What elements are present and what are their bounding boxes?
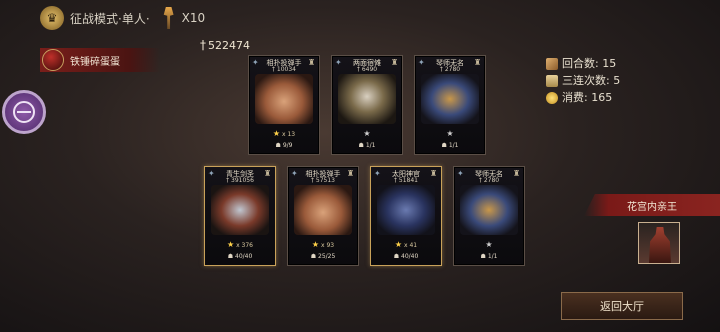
card-portrait <box>294 185 352 235</box>
star-icon: ★ <box>485 240 493 249</box>
dagger-icon: † <box>200 38 206 52</box>
card-power-value: 391056 <box>231 177 254 184</box>
total-power: † 522474 <box>200 38 250 52</box>
skull-icon: ☗ <box>227 253 235 260</box>
card-hp-value: 40/40 <box>235 253 253 260</box>
boss-banner: 花宫内亲王 <box>584 194 720 216</box>
card-portrait <box>377 185 435 235</box>
card-hp: ☗ 40/40 <box>205 253 275 260</box>
card-stars: ★ x 13 <box>249 129 319 138</box>
unit-card[interactable]: ✦ ♜ 相扑投弹手 † 57513 ★ x 93 ☗ 25/25 <box>287 166 359 266</box>
battle-stats: 回合数: 15 三连次数: 5 消费: 165 <box>546 55 620 106</box>
stat-cost-label: 消费: 165 <box>562 91 613 104</box>
player-tag[interactable]: 铁锤碎蛋蛋 <box>40 48 160 72</box>
stat-triple-label: 三连次数: 5 <box>562 74 621 87</box>
star-icon: ★ <box>446 129 454 138</box>
card-power-value: 2780 <box>483 177 500 184</box>
skull-icon: ☗ <box>441 142 449 149</box>
card-power-value: 6490 <box>361 66 378 73</box>
compass-icon <box>13 101 35 123</box>
star-icon: ★ <box>363 129 371 138</box>
card-portrait <box>421 74 479 124</box>
return-lobby-button[interactable]: 返回大厅 <box>561 292 683 320</box>
card-star-count: x 93 <box>321 242 335 249</box>
card-power: † 391056 <box>205 177 275 184</box>
unit-card[interactable]: ✦ ♜ 琴师无名 † 2780 ★ ☗ 1/1 <box>414 55 486 155</box>
card-hp-value: 40/40 <box>401 253 419 260</box>
compass-button[interactable] <box>2 90 46 134</box>
unit-card[interactable]: ✦ ♜ 青生剑圣 † 391056 ★ x 376 ☗ 40/40 <box>204 166 276 266</box>
stat-triple: 三连次数: 5 <box>546 72 620 89</box>
crown-emblem-icon: ♛ <box>40 6 64 30</box>
axe-icon <box>546 57 558 70</box>
card-power: † 57513 <box>288 177 358 184</box>
card-hp: ☗ 25/25 <box>288 253 358 260</box>
card-power: † 51841 <box>371 177 441 184</box>
card-hp-value: 1/1 <box>365 142 376 149</box>
card-hp-value: 1/1 <box>448 142 459 149</box>
card-hp: ☗ 1/1 <box>454 253 524 260</box>
unit-card[interactable]: ✦ ♜ 琴师无名 † 2780 ★ ☗ 1/1 <box>453 166 525 266</box>
player-name: 铁锤碎蛋蛋 <box>70 56 120 68</box>
card-star-count: x 41 <box>404 242 418 249</box>
card-portrait <box>338 74 396 124</box>
stat-rounds: 回合数: 15 <box>546 55 620 72</box>
card-portrait <box>255 74 313 124</box>
skull-icon: ☗ <box>358 142 366 149</box>
total-power-value: 522474 <box>208 38 250 52</box>
unit-card[interactable]: ✦ ♜ 两面宿傩 † 6490 ★ ☗ 1/1 <box>331 55 403 155</box>
mode-label: 征战模式·单人· <box>70 11 150 26</box>
star-icon: ★ <box>394 240 403 249</box>
star-icon: ★ <box>272 129 281 138</box>
skull-icon: ☗ <box>393 253 401 260</box>
skull-icon: ☗ <box>310 253 318 260</box>
card-star-count: x 13 <box>282 131 296 138</box>
card-power: † 6490 <box>332 66 402 73</box>
unit-card[interactable]: ✦ ♜ 太阳神官 † 51841 ★ x 41 ☗ 40/40 <box>370 166 442 266</box>
card-power-value: 2780 <box>444 66 461 73</box>
card-portrait <box>211 185 269 235</box>
card-power-value: 51841 <box>398 177 418 184</box>
card-power-value: 10034 <box>276 66 296 73</box>
card-stars: ★ <box>454 240 524 249</box>
card-stars: ★ x 93 <box>288 240 358 249</box>
card-power: † 2780 <box>415 66 485 73</box>
star-icon: ★ <box>226 240 235 249</box>
skull-icon: ☗ <box>275 142 283 149</box>
card-hp: ☗ 1/1 <box>332 142 402 149</box>
card-portrait <box>460 185 518 235</box>
stat-cost: 消费: 165 <box>546 89 620 106</box>
mode-bar: ♛ 征战模式·单人· X10 <box>40 6 205 30</box>
card-stars: ★ <box>332 129 402 138</box>
card-hp: ☗ 9/9 <box>249 142 319 149</box>
card-stars: ★ x 41 <box>371 240 441 249</box>
card-power-value: 57513 <box>315 177 335 184</box>
card-stars: ★ <box>415 129 485 138</box>
torch-count: X10 <box>181 11 206 25</box>
card-hp-value: 9/9 <box>282 142 293 149</box>
card-hp: ☗ 1/1 <box>415 142 485 149</box>
torch-icon <box>163 7 174 29</box>
skull-icon: ☗ <box>480 253 488 260</box>
boss-name: 花宫内亲王 <box>627 201 677 213</box>
card-power: † 10034 <box>249 66 319 73</box>
card-hp-value: 1/1 <box>487 253 498 260</box>
stat-rounds-label: 回合数: 15 <box>562 57 617 70</box>
card-power: † 2780 <box>454 177 524 184</box>
boss-figure <box>649 227 671 263</box>
boss-portrait[interactable] <box>638 222 680 264</box>
star-icon: ★ <box>311 240 320 249</box>
coin-icon <box>546 91 558 104</box>
scroll-icon <box>546 74 558 87</box>
card-hp: ☗ 40/40 <box>371 253 441 260</box>
unit-card[interactable]: ✦ ♜ 相扑投弹手 † 10034 ★ x 13 ☗ 9/9 <box>248 55 320 155</box>
card-stars: ★ x 376 <box>205 240 275 249</box>
card-star-count: x 376 <box>236 242 253 249</box>
card-hp-value: 25/25 <box>318 253 336 260</box>
avatar <box>42 49 64 71</box>
